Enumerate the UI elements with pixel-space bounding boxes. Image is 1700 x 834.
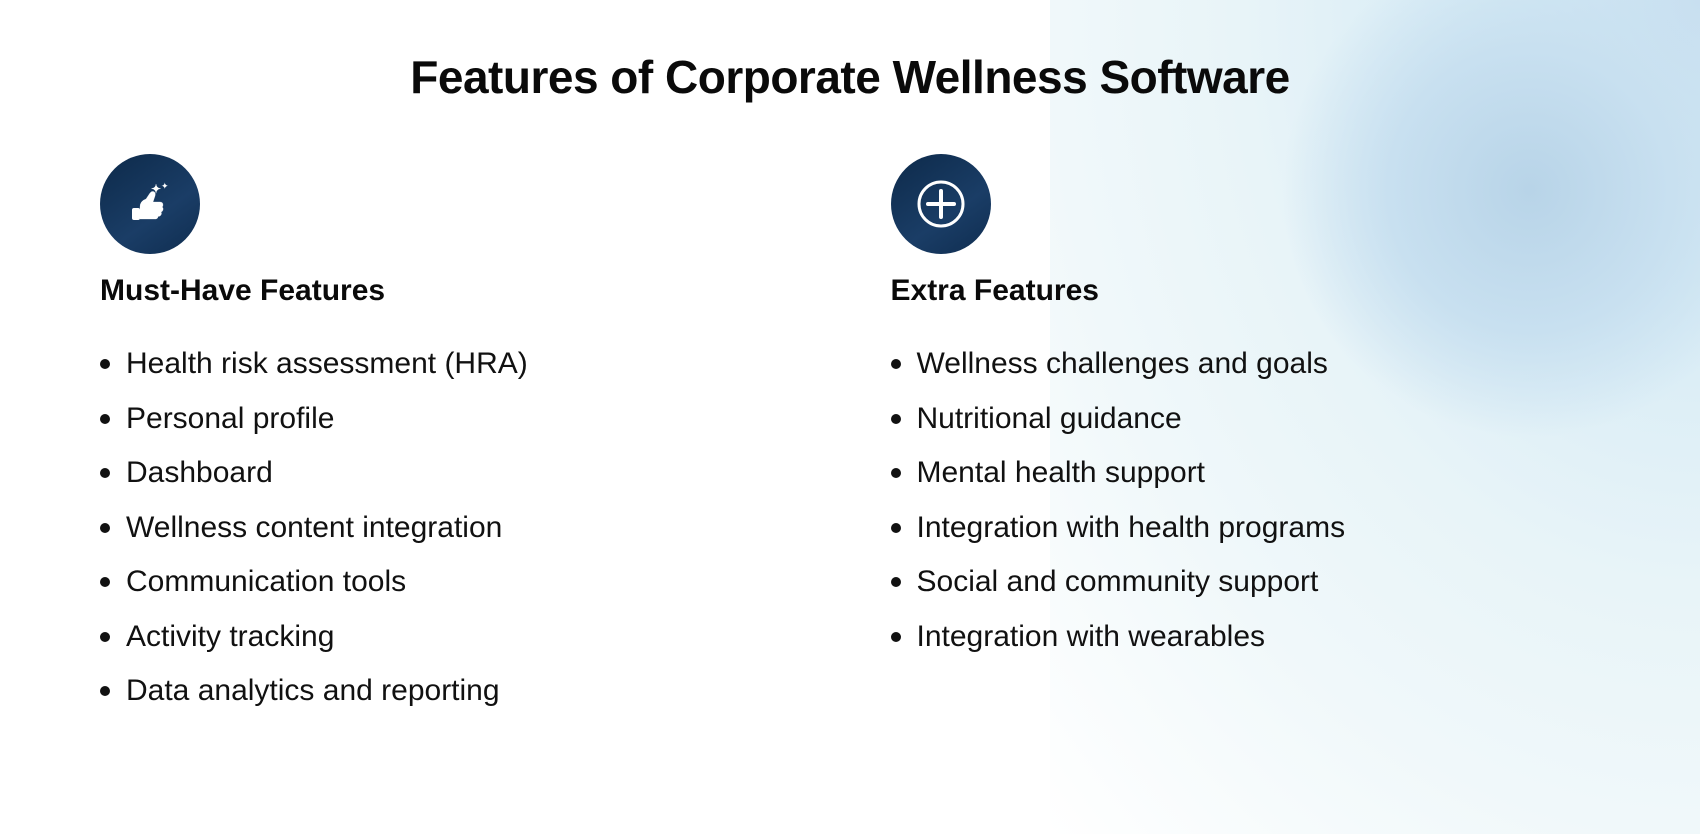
list-item: Health risk assessment (HRA) (100, 344, 830, 385)
bullet-icon (891, 359, 901, 369)
must-have-column: ✦ ✦ Must-Have Features (80, 154, 830, 726)
list-item: Personal profile (100, 399, 830, 440)
bullet-icon (100, 523, 110, 533)
must-have-header: ✦ ✦ Must-Have Features (80, 154, 830, 308)
extra-features-icon-circle (891, 154, 991, 254)
extra-features-header: Extra Features (871, 154, 1621, 308)
bullet-icon (891, 632, 901, 642)
bullet-icon (100, 414, 110, 424)
list-item: Activity tracking (100, 617, 830, 658)
list-item: Dashboard (100, 453, 830, 494)
thumbs-up-star-icon: ✦ ✦ (123, 177, 177, 231)
list-item: Communication tools (100, 562, 830, 603)
extra-features-title: Extra Features (891, 274, 1099, 308)
page-title: Features of Corporate Wellness Software (80, 50, 1620, 104)
list-item: Wellness content integration (100, 508, 830, 549)
must-have-icon-circle: ✦ ✦ (100, 154, 200, 254)
list-item: Data analytics and reporting (100, 671, 830, 712)
svg-text:✦: ✦ (161, 181, 169, 191)
list-item: Integration with wearables (891, 617, 1621, 658)
bullet-icon (100, 686, 110, 696)
bullet-icon (891, 414, 901, 424)
column-divider (850, 154, 851, 726)
list-item: Nutritional guidance (891, 399, 1621, 440)
list-item: Social and community support (891, 562, 1621, 603)
bullet-icon (891, 577, 901, 587)
extra-features-column: Extra Features Wellness challenges and g… (871, 154, 1621, 726)
list-item: Wellness challenges and goals (891, 344, 1621, 385)
list-item: Mental health support (891, 453, 1621, 494)
columns-container: ✦ ✦ Must-Have Features (80, 154, 1620, 726)
list-item: Integration with health programs (891, 508, 1621, 549)
bullet-icon (100, 632, 110, 642)
bullet-icon (891, 468, 901, 478)
plus-circle-icon (914, 177, 968, 231)
bullet-icon (891, 523, 901, 533)
must-have-list: Health risk assessment (HRA) Personal pr… (80, 344, 830, 712)
bullet-icon (100, 468, 110, 478)
main-content: Features of Corporate Wellness Software … (0, 0, 1700, 766)
extra-features-list: Wellness challenges and goals Nutritiona… (871, 344, 1621, 657)
bullet-icon (100, 577, 110, 587)
must-have-title: Must-Have Features (100, 274, 385, 308)
bullet-icon (100, 359, 110, 369)
